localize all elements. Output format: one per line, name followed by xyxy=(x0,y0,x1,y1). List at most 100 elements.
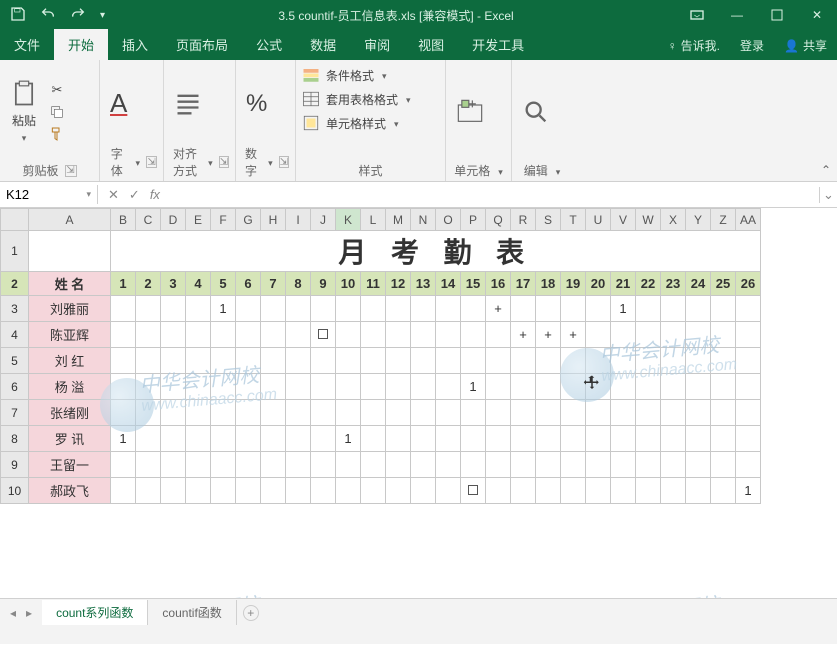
col-header-J[interactable]: J xyxy=(311,209,336,231)
data-cell[interactable] xyxy=(136,478,161,504)
new-sheet-icon[interactable]: + xyxy=(243,605,259,621)
data-cell[interactable] xyxy=(511,478,536,504)
tell-me[interactable]: ♀告诉我. xyxy=(658,31,730,60)
col-header-Q[interactable]: Q xyxy=(486,209,511,231)
data-cell[interactable] xyxy=(411,426,436,452)
col-header-Y[interactable]: Y xyxy=(686,209,711,231)
col-header-H[interactable]: H xyxy=(261,209,286,231)
data-cell[interactable] xyxy=(211,322,236,348)
col-header-P[interactable]: P xyxy=(461,209,486,231)
data-cell[interactable] xyxy=(336,322,361,348)
data-cell[interactable] xyxy=(286,452,311,478)
data-cell[interactable] xyxy=(436,426,461,452)
data-cell[interactable] xyxy=(186,322,211,348)
data-cell[interactable] xyxy=(261,374,286,400)
data-cell[interactable] xyxy=(686,348,711,374)
col-header-G[interactable]: G xyxy=(236,209,261,231)
col-header-I[interactable]: I xyxy=(286,209,311,231)
data-cell[interactable] xyxy=(161,400,186,426)
col-header-M[interactable]: M xyxy=(386,209,411,231)
cell-styles-button[interactable]: 单元格样式 xyxy=(302,112,399,134)
data-cell[interactable] xyxy=(361,296,386,322)
number-launcher-icon[interactable]: ⇲ xyxy=(279,156,289,168)
data-cell[interactable] xyxy=(536,296,561,322)
row-header-2[interactable]: 2 xyxy=(1,272,29,296)
data-cell[interactable] xyxy=(336,348,361,374)
data-cell[interactable] xyxy=(261,322,286,348)
enter-formula-icon[interactable]: ✓ xyxy=(129,187,140,203)
data-cell[interactable] xyxy=(136,400,161,426)
data-cell[interactable] xyxy=(211,400,236,426)
name-box[interactable]: K12▾ xyxy=(0,185,98,204)
data-cell[interactable] xyxy=(411,348,436,374)
data-cell[interactable] xyxy=(211,374,236,400)
data-cell[interactable] xyxy=(736,348,761,374)
data-cell[interactable] xyxy=(286,374,311,400)
data-cell[interactable] xyxy=(436,374,461,400)
cells-button[interactable] xyxy=(452,96,488,128)
name-cell[interactable]: 刘 红 xyxy=(29,348,111,374)
data-cell[interactable] xyxy=(111,322,136,348)
data-cell[interactable]: 1 xyxy=(336,426,361,452)
data-cell[interactable] xyxy=(686,296,711,322)
data-cell[interactable] xyxy=(511,400,536,426)
data-cell[interactable] xyxy=(611,452,636,478)
tab-review[interactable]: 审阅 xyxy=(350,29,404,60)
data-cell[interactable] xyxy=(386,426,411,452)
data-cell[interactable] xyxy=(661,426,686,452)
data-cell[interactable] xyxy=(311,400,336,426)
data-cell[interactable] xyxy=(336,296,361,322)
data-cell[interactable] xyxy=(661,374,686,400)
col-header-D[interactable]: D xyxy=(161,209,186,231)
tab-nav-prev-icon[interactable]: ◂ xyxy=(10,606,16,620)
data-cell[interactable] xyxy=(436,400,461,426)
data-cell[interactable] xyxy=(411,452,436,478)
data-cell[interactable] xyxy=(611,348,636,374)
data-cell[interactable] xyxy=(561,478,586,504)
data-cell[interactable] xyxy=(286,296,311,322)
col-header-V[interactable]: V xyxy=(611,209,636,231)
data-cell[interactable] xyxy=(386,348,411,374)
row-header-4[interactable]: 4 xyxy=(1,322,29,348)
data-cell[interactable] xyxy=(136,348,161,374)
tab-formulas[interactable]: 公式 xyxy=(242,29,296,60)
data-cell[interactable] xyxy=(686,374,711,400)
data-cell[interactable] xyxy=(186,478,211,504)
col-header-AA[interactable]: AA xyxy=(736,209,761,231)
tab-nav-next-icon[interactable]: ▸ xyxy=(26,606,32,620)
tab-view[interactable]: 视图 xyxy=(404,29,458,60)
sheet-tab-count[interactable]: count系列函数 xyxy=(42,600,148,625)
data-cell[interactable] xyxy=(586,348,611,374)
data-cell[interactable] xyxy=(586,400,611,426)
data-cell[interactable] xyxy=(461,426,486,452)
paste-button[interactable]: 粘贴▾ xyxy=(6,78,42,146)
data-cell[interactable] xyxy=(186,400,211,426)
data-cell[interactable] xyxy=(111,452,136,478)
data-cell[interactable] xyxy=(586,322,611,348)
font-button[interactable]: A xyxy=(106,86,131,121)
conditional-formatting-button[interactable]: 条件格式 xyxy=(302,64,387,86)
data-cell[interactable] xyxy=(211,452,236,478)
data-cell[interactable] xyxy=(711,374,736,400)
align-button[interactable] xyxy=(170,88,206,120)
data-cell[interactable] xyxy=(736,400,761,426)
data-cell[interactable] xyxy=(286,478,311,504)
col-header-O[interactable]: O xyxy=(436,209,461,231)
data-cell[interactable] xyxy=(261,348,286,374)
row-header-1[interactable]: 1 xyxy=(1,231,29,272)
data-cell[interactable] xyxy=(286,400,311,426)
data-cell[interactable] xyxy=(361,478,386,504)
data-cell[interactable] xyxy=(686,400,711,426)
data-cell[interactable] xyxy=(311,478,336,504)
data-cell[interactable] xyxy=(461,322,486,348)
col-header-B[interactable]: B xyxy=(111,209,136,231)
data-cell[interactable] xyxy=(661,400,686,426)
data-cell[interactable] xyxy=(411,296,436,322)
data-cell[interactable] xyxy=(561,348,586,374)
data-cell[interactable]: 1 xyxy=(111,426,136,452)
data-cell[interactable] xyxy=(311,322,336,348)
data-cell[interactable] xyxy=(736,426,761,452)
row-header-3[interactable]: 3 xyxy=(1,296,29,322)
data-cell[interactable] xyxy=(186,296,211,322)
data-cell[interactable] xyxy=(736,296,761,322)
